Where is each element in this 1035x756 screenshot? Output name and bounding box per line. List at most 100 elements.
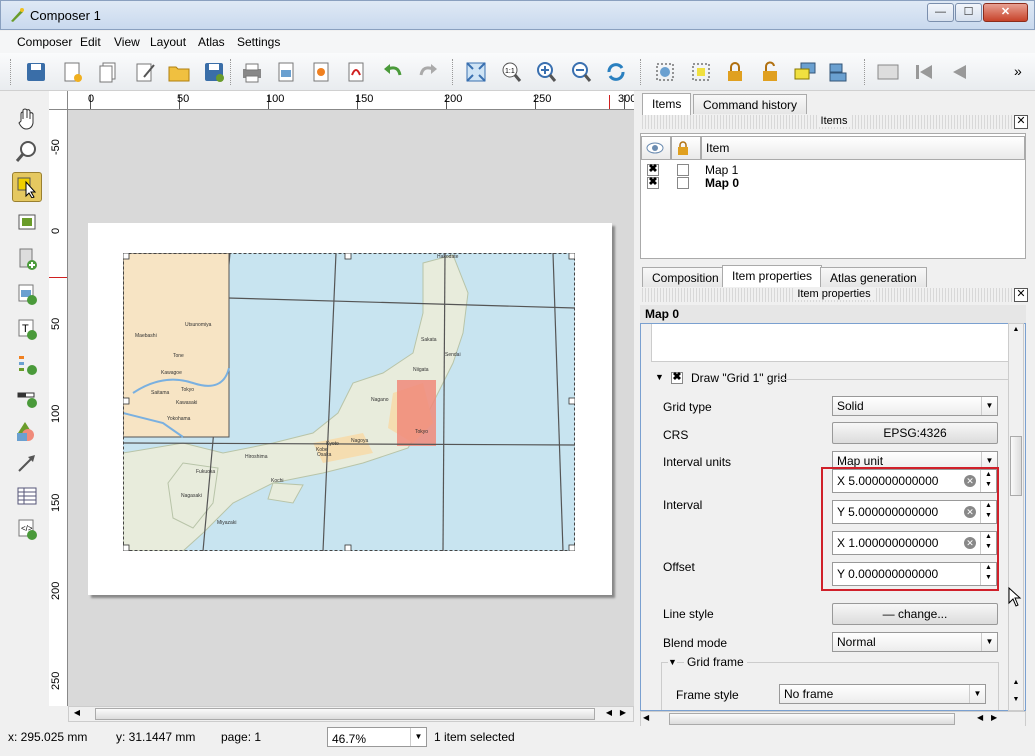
crs-button[interactable]: EPSG:4326	[832, 422, 998, 444]
offset-y-input[interactable]: Y 0.000000000000 ▲ ▼	[832, 562, 997, 586]
map-1-lock-checkbox[interactable]	[677, 164, 689, 176]
ungroup-icon[interactable]	[687, 58, 715, 86]
add-shape-icon[interactable]	[12, 416, 42, 446]
selection-handle[interactable]	[344, 544, 352, 551]
scroll-down-icon[interactable]: ▼	[1010, 696, 1022, 703]
map-0-item[interactable]: Hakodate Sakata Sendai Niigata Nagano To…	[123, 253, 575, 551]
scroll-right-icon[interactable]: ▶	[991, 713, 997, 722]
scroll-left-icon[interactable]: ◀	[643, 713, 649, 722]
selection-handle[interactable]	[344, 253, 352, 260]
draw-grid-checkbox[interactable]: ✖	[671, 372, 683, 384]
maximize-button[interactable]: ☐	[955, 3, 982, 22]
zoom-in-icon[interactable]	[532, 58, 560, 86]
interval-y-input[interactable]: Y 5.000000000000 ✕ ▲ ▼	[832, 500, 997, 524]
spinner-arrows-icon[interactable]: ▲ ▼	[980, 532, 996, 554]
zoom-tool-icon[interactable]	[12, 137, 42, 167]
redo-icon[interactable]	[414, 58, 442, 86]
tab-composition[interactable]: Composition	[642, 267, 729, 287]
selection-handle[interactable]	[123, 397, 130, 405]
items-list[interactable]: Item ✖ Map 1 ✖ Map 0	[640, 133, 1026, 259]
export-pdf-icon[interactable]	[343, 58, 371, 86]
add-label-icon[interactable]: T	[12, 314, 42, 344]
duplicate-composer-icon[interactable]	[95, 58, 123, 86]
close-items-panel-icon[interactable]: ✕	[1014, 115, 1028, 129]
pan-icon[interactable]	[12, 104, 42, 134]
zoom-out-icon[interactable]	[567, 58, 595, 86]
canvas-horizontal-scrollbar[interactable]: ◀ ◀ ▶	[68, 706, 634, 722]
grid-type-select[interactable]: Solid ▼	[832, 396, 998, 416]
tab-item-properties[interactable]: Item properties	[722, 265, 823, 287]
add-legend-icon[interactable]	[12, 349, 42, 379]
add-html-icon[interactable]: </>	[12, 514, 42, 544]
move-content-icon[interactable]	[12, 208, 42, 238]
scroll-thumb[interactable]	[95, 708, 595, 720]
map-0-lock-checkbox[interactable]	[677, 177, 689, 189]
add-arrow-icon[interactable]	[12, 448, 42, 478]
lock-icon[interactable]	[721, 58, 749, 86]
item-column-header[interactable]: Item	[701, 136, 1025, 160]
add-attribute-table-icon[interactable]	[12, 481, 42, 511]
spinner-arrows-icon[interactable]: ▲ ▼	[980, 470, 996, 492]
menu-composer[interactable]: Composer	[17, 35, 72, 49]
selection-handle[interactable]	[123, 544, 130, 551]
scroll-thumb[interactable]	[669, 713, 955, 725]
lock-column-header[interactable]	[671, 136, 701, 160]
save-template-icon[interactable]	[200, 58, 228, 86]
first-feature-icon[interactable]	[910, 58, 938, 86]
close-properties-panel-icon[interactable]: ✕	[1014, 288, 1028, 302]
collapse-frame-icon[interactable]: ▼	[668, 657, 677, 667]
properties-horizontal-scrollbar[interactable]: ◀ ◀ ▶	[640, 711, 1026, 727]
tab-command-history[interactable]: Command history	[693, 94, 808, 114]
new-composer-icon[interactable]	[59, 58, 87, 86]
add-scalebar-icon[interactable]	[12, 382, 42, 412]
interval-x-input[interactable]: X 5.000000000000 ✕ ▲ ▼	[832, 469, 997, 493]
export-svg-icon[interactable]	[308, 58, 336, 86]
menu-view[interactable]: View	[114, 35, 140, 49]
map-1-visible-checkbox[interactable]: ✖	[647, 164, 659, 176]
tab-items[interactable]: Items	[642, 93, 692, 115]
unlock-icon[interactable]	[756, 58, 784, 86]
zoom-full-icon[interactable]	[462, 58, 490, 86]
close-button[interactable]: ✕	[983, 3, 1028, 22]
select-move-icon[interactable]	[12, 172, 42, 202]
spinner-arrows-icon[interactable]: ▲ ▼	[980, 501, 996, 523]
scroll-left-icon[interactable]: ◀	[603, 708, 615, 720]
atlas-preview-icon[interactable]	[874, 58, 902, 86]
scroll-right-icon[interactable]: ▶	[617, 708, 629, 720]
align-items-icon[interactable]	[826, 58, 854, 86]
scroll-up-icon[interactable]: ▲	[1010, 326, 1022, 333]
group-icon[interactable]	[651, 58, 679, 86]
print-icon[interactable]	[238, 58, 266, 86]
tab-atlas-generation[interactable]: Atlas generation	[820, 267, 927, 287]
selection-handle[interactable]	[568, 397, 575, 405]
properties-vertical-scrollbar[interactable]: ▲ ▲ ▼	[1008, 323, 1024, 711]
scroll-left-icon[interactable]: ◀	[71, 708, 83, 720]
scroll-thumb[interactable]	[1010, 436, 1022, 496]
minimize-button[interactable]: —	[927, 3, 954, 22]
selection-handle[interactable]	[568, 544, 575, 551]
add-map-icon[interactable]	[12, 244, 42, 274]
properties-scroll-area[interactable]: ▼ ✖ Draw "Grid 1" grid Grid type Solid ▼ …	[640, 323, 1026, 711]
previous-feature-icon[interactable]	[945, 58, 973, 86]
menu-atlas[interactable]: Atlas	[198, 35, 225, 49]
composer-canvas[interactable]: Hakodate Sakata Sendai Niigata Nagano To…	[68, 110, 634, 706]
menu-edit[interactable]: Edit	[80, 35, 101, 49]
menu-layout[interactable]: Layout	[150, 35, 186, 49]
raise-items-icon[interactable]	[791, 58, 819, 86]
selection-handle[interactable]	[568, 253, 575, 260]
line-style-button[interactable]: — change...	[832, 603, 998, 625]
grid-list-box[interactable]	[651, 324, 1009, 362]
save-icon[interactable]	[22, 58, 50, 86]
collapse-grid-icon[interactable]: ▼	[655, 372, 664, 382]
composer-manager-icon[interactable]	[131, 58, 159, 86]
visibility-column-header[interactable]	[641, 136, 671, 160]
blend-mode-select[interactable]: Normal ▼	[832, 632, 998, 652]
item-map-1[interactable]: Map 1	[705, 163, 738, 177]
export-image-icon[interactable]	[273, 58, 301, 86]
undo-icon[interactable]	[379, 58, 407, 86]
clear-icon[interactable]: ✕	[964, 475, 976, 487]
zoom-actual-icon[interactable]: 1:1	[497, 58, 525, 86]
menu-settings[interactable]: Settings	[237, 35, 280, 49]
clear-icon[interactable]: ✕	[964, 506, 976, 518]
frame-style-select[interactable]: No frame ▼	[779, 684, 986, 704]
